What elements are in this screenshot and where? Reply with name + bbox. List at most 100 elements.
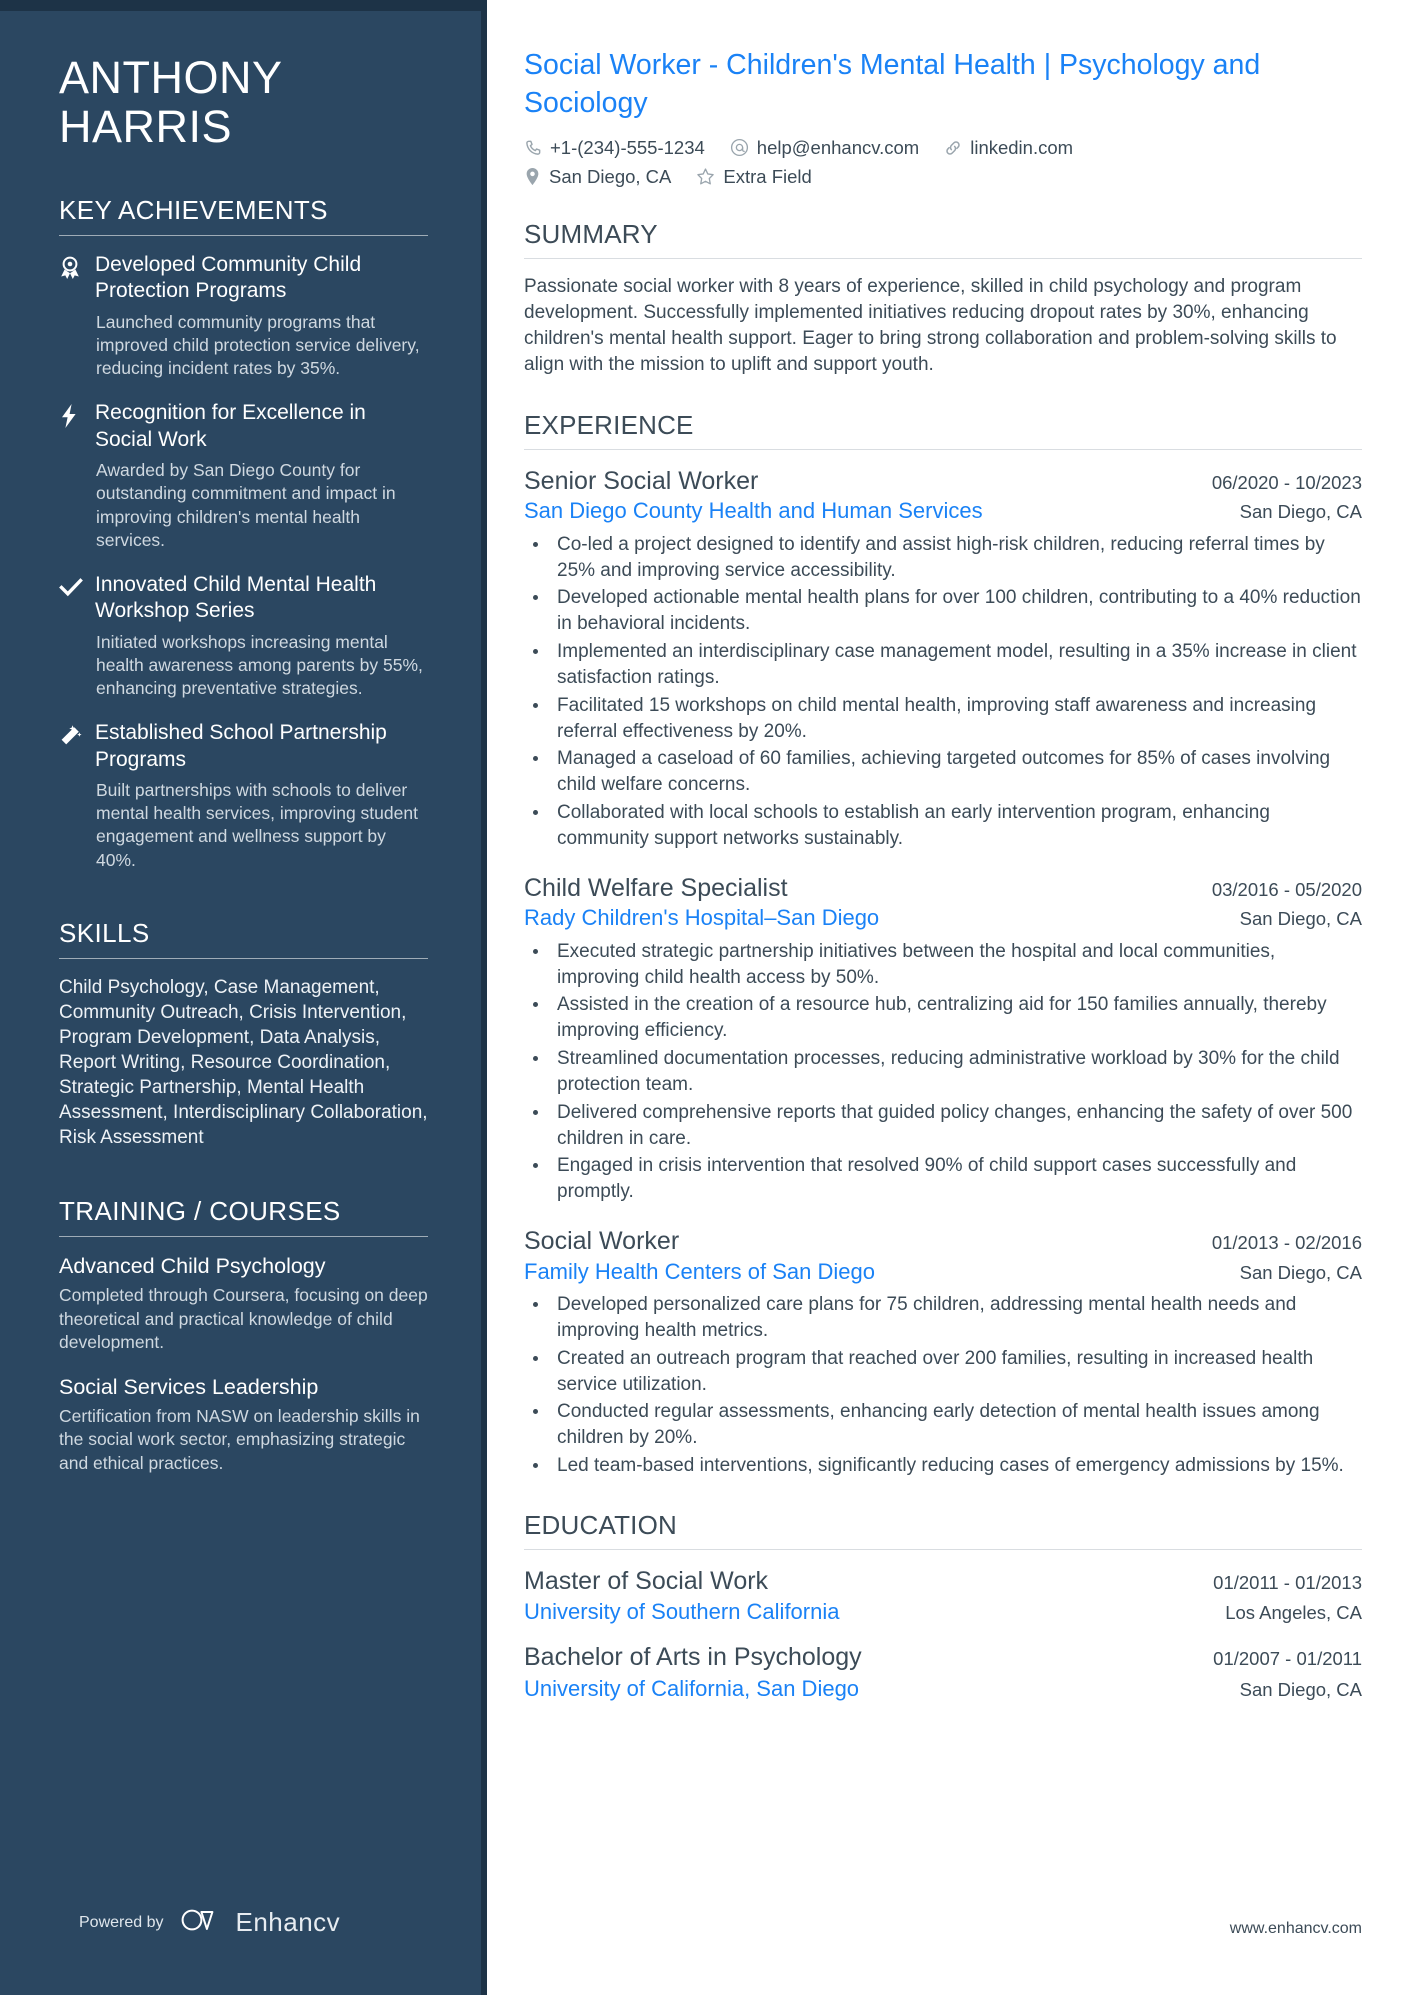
at-email-icon [730,138,749,157]
job-bullet: Facilitated 15 workshops on child mental… [550,693,1362,745]
section-divider [59,957,428,959]
website-url[interactable]: www.enhancv.com [1230,1920,1362,1938]
main-column: Social Worker - Children's Mental Health… [487,0,1410,1995]
achievement-item: Developed Community Child Protection Pro… [59,252,428,380]
skills-heading: SKILLS [59,917,150,948]
achievement-description: Launched community programs that improve… [96,311,420,379]
job-bullet: Engaged in crisis intervention that reso… [550,1153,1362,1205]
job-bullet-list: Developed personalized care plans for 75… [524,1292,1362,1479]
job-date-range: 01/2013 - 02/2016 [1211,1232,1362,1254]
sidebar-top-band [0,0,487,11]
contact-location: San Diego, CA [524,166,671,188]
enhancv-logo-icon [181,1907,225,1938]
magic-wand-icon [59,720,95,872]
contact-extra-field-text: Extra Field [723,165,812,187]
degree-title: Bachelor of Arts in Psychology [524,1643,862,1672]
job-location: San Diego, CA [1239,1261,1362,1283]
checkmark-icon [59,572,95,700]
map-pin-icon [524,167,541,186]
job-bullet: Implemented an interdisciplinary case ma… [550,639,1362,691]
job-bullet: Developed actionable mental health plans… [550,585,1362,637]
powered-by-label: Powered by [79,1913,164,1931]
course-item: Advanced Child Psychology Completed thro… [59,1253,428,1354]
skills-section: SKILLS Child Psychology, Case Management… [59,918,428,1151]
course-description: Completed through Coursera, focusing on … [59,1285,428,1352]
job-organization[interactable]: San Diego County Health and Human Servic… [524,497,983,526]
enhancv-brand: Enhancv [181,1907,341,1938]
school-location: San Diego, CA [1239,1678,1362,1700]
experience-section: EXPERIENCE Senior Social Worker 06/2020 … [524,410,1362,1479]
course-item: Social Services Leadership Certification… [59,1374,428,1475]
job-organization[interactable]: Rady Children's Hospital–San Diego [524,904,879,933]
education-entry: Bachelor of Arts in Psychology 01/2007 -… [524,1641,1362,1703]
job-bullet-list: Co-led a project designed to identify an… [524,532,1362,852]
school-name[interactable]: University of Southern California [524,1597,839,1627]
job-organization[interactable]: Family Health Centers of San Diego [524,1258,875,1287]
skills-list: Child Psychology, Case Management, Commu… [59,976,428,1149]
contact-phone[interactable]: +1-(234)-555-1234 [524,137,705,159]
section-divider [59,1236,428,1238]
job-bullet: Assisted in the creation of a resource h… [550,992,1362,1044]
experience-entry: Social Worker 01/2013 - 02/2016 Family H… [524,1225,1362,1479]
school-location: Los Angeles, CA [1225,1602,1362,1624]
contact-linkedin-text: linkedin.com [970,136,1074,158]
star-icon [696,167,715,186]
training-heading: TRAINING / COURSES [59,1196,341,1227]
experience-entry: Senior Social Worker 06/2020 - 10/2023 S… [524,465,1362,852]
achievement-description: Built partnerships with schools to deliv… [96,779,418,870]
education-entry: Master of Social Work 01/2011 - 01/2013 … [524,1565,1362,1627]
degree-title: Master of Social Work [524,1566,769,1595]
achievement-title: Innovated Child Mental Health Workshop S… [95,573,377,623]
contact-extra-field[interactable]: Extra Field [696,165,812,188]
section-divider [524,257,1362,259]
job-bullet: Collaborated with local schools to estab… [550,800,1362,852]
job-bullet: Streamlined documentation processes, red… [550,1046,1362,1098]
job-title: Child Welfare Specialist [524,873,788,902]
job-bullet-list: Executed strategic partnership initiativ… [524,939,1362,1205]
contact-phone-text: +1-(234)-555-1234 [550,136,705,158]
summary-section: SUMMARY Passionate social worker with 8 … [524,219,1362,379]
job-bullet: Developed personalized care plans for 75… [550,1292,1362,1344]
contact-email-text: help@enhancv.com [756,136,920,158]
contact-linkedin[interactable]: linkedin.com [944,137,1073,159]
sidebar: ANTHONY HARRIS KEY ACHIEVEMENTS Develope… [0,0,487,1995]
contact-location-text: San Diego, CA [549,165,672,187]
achievement-title: Developed Community Child Protection Pro… [95,253,362,303]
key-achievements-heading: KEY ACHIEVEMENTS [59,195,328,226]
school-name[interactable]: University of California, San Diego [524,1674,859,1704]
achievement-title: Established School Partnership Programs [95,721,387,771]
job-bullet: Created an outreach program that reached… [550,1346,1362,1398]
job-bullet: Delivered comprehensive reports that gui… [550,1100,1362,1152]
job-title: Social Worker [524,1227,680,1256]
education-section: EDUCATION Master of Social Work 01/2011 … [524,1510,1362,1703]
achievement-item: Innovated Child Mental Health Workshop S… [59,572,428,700]
first-name: ANTHONY [59,52,283,103]
job-location: San Diego, CA [1239,908,1362,930]
achievement-item: Established School Partnership Programs … [59,720,428,872]
job-date-range: 03/2016 - 05/2020 [1211,878,1362,900]
experience-entry: Child Welfare Specialist 03/2016 - 05/20… [524,872,1362,1205]
achievement-item: Recognition for Excellence in Social Wor… [59,400,428,552]
achievement-description: Awarded by San Diego County for outstand… [96,459,396,550]
experience-heading: EXPERIENCE [524,409,694,440]
summary-heading: SUMMARY [524,218,658,249]
section-divider [524,448,1362,450]
link-icon [944,139,962,157]
enhancv-wordmark: Enhancv [235,1907,341,1937]
course-title: Advanced Child Psychology [59,1254,326,1279]
key-achievements-section: KEY ACHIEVEMENTS Developed Community Chi… [59,195,428,872]
award-ribbon-icon [59,252,95,380]
job-date-range: 06/2020 - 10/2023 [1211,471,1362,493]
achievement-description: Initiated workshops increasing mental he… [96,631,423,699]
section-divider [59,235,428,237]
candidate-name: ANTHONY HARRIS [59,0,428,151]
contact-email[interactable]: help@enhancv.com [730,137,919,159]
resume-page: ANTHONY HARRIS KEY ACHIEVEMENTS Develope… [0,0,1410,1995]
achievement-title: Recognition for Excellence in Social Wor… [95,401,366,451]
summary-text: Passionate social worker with 8 years of… [524,275,1337,376]
course-title: Social Services Leadership [59,1375,319,1400]
professional-headline: Social Worker - Children's Mental Health… [524,49,1261,119]
contact-row: +1-(234)-555-1234 help@enhancv.com linke… [524,137,1164,188]
job-bullet: Managed a caseload of 60 families, achie… [550,746,1362,798]
job-location: San Diego, CA [1239,501,1362,523]
